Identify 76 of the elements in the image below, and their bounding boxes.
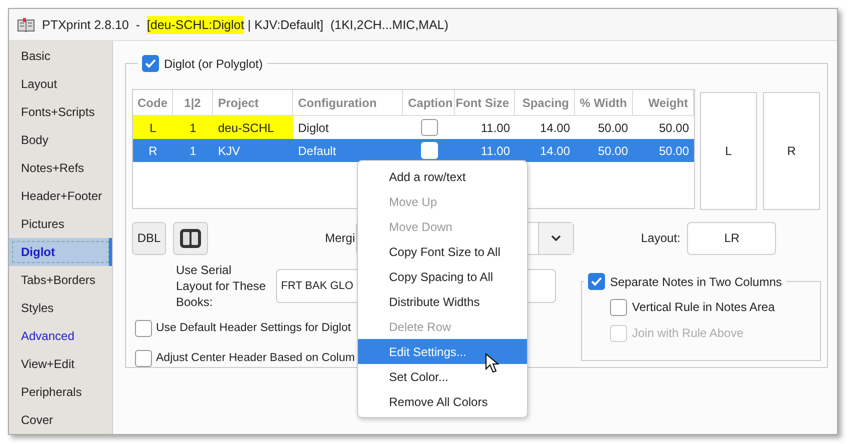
table-cell-text: 50.00 (596, 120, 629, 136)
menu-item[interactable]: Copy Spacing to All (358, 264, 527, 289)
checkbox[interactable] (135, 320, 152, 336)
sidebar-item[interactable]: Tabs+Borders (9, 266, 112, 294)
table-cell: L (133, 116, 173, 139)
table-cell-text: Default (297, 142, 338, 160)
book-icon (17, 18, 35, 32)
column-header[interactable]: Caption (403, 90, 455, 115)
sidebar-item[interactable]: Fonts+Scripts (9, 98, 112, 126)
sidebar-item[interactable]: Styles (9, 294, 112, 322)
sidebar-item[interactable]: Diglot (9, 238, 112, 266)
table-row[interactable]: L 1 deu-SCHL Diglot 11.00 14.00 50.00 50.00 (133, 116, 694, 139)
sidebar-item[interactable]: View+Edit (9, 350, 112, 378)
table-cell-text: 14.00 (538, 120, 571, 136)
checkbox[interactable] (135, 350, 152, 366)
sidebar-item[interactable]: Basic (9, 42, 112, 70)
checkbox-label: Join with Rule Above (632, 326, 744, 340)
sidebar-item[interactable]: Notes+Refs (9, 154, 112, 182)
table-cell: 1 (173, 116, 213, 139)
checkbox-label: Use Default Header Settings for Diglot (156, 322, 351, 334)
sidebar-item[interactable]: Body (9, 126, 112, 154)
column-header[interactable]: % Width (575, 90, 633, 115)
sidebar-item[interactable]: Layout (9, 70, 112, 98)
window-title: | KJV:Default] (1KI,2CH...MIC,MAL) (246, 18, 448, 32)
checkbox-label: Separate Notes in Two Columns (610, 274, 782, 288)
table-cell-text: 11.00 (480, 120, 511, 136)
table-cell-text: 14.00 (538, 142, 571, 160)
field-label: Layout: (641, 231, 680, 245)
table-cell-text: 50.00 (658, 142, 690, 160)
table-cell-text: Diglot (297, 120, 330, 136)
checkbox-label: Diglot (or Polyglot) (164, 56, 263, 70)
column-preview: R (763, 92, 820, 210)
table-cell: deu-SCHL (213, 116, 293, 139)
table-cell-text: 11.00 (480, 142, 511, 160)
menu-item[interactable]: Remove All Colors (358, 389, 527, 414)
column-header[interactable]: Font Size (455, 90, 515, 115)
column-header[interactable]: Weight (633, 90, 694, 115)
checkmark-icon (145, 59, 156, 68)
sidebar-item[interactable]: Cover (9, 406, 112, 434)
checkmark-icon (591, 277, 602, 286)
sidebar-item[interactable]: Peripherals (9, 378, 112, 406)
table-cell-text: 50.00 (658, 120, 690, 136)
checkbox-label: Vertical Rule in Notes Area (632, 300, 775, 314)
column-preview: L (700, 92, 757, 210)
menu-item[interactable]: Edit Settings... (358, 339, 527, 364)
sidebar-item[interactable]: Pictures (9, 210, 112, 238)
menu-item[interactable]: Add a row/text (358, 164, 527, 189)
layout-field[interactable]: LR (687, 222, 776, 254)
column-header[interactable]: 1|2 (173, 90, 213, 115)
checkbox[interactable] (142, 55, 159, 72)
chevron-down-icon (551, 235, 561, 241)
column-header[interactable]: Code (133, 90, 173, 115)
pointer-cursor-icon (485, 353, 499, 373)
table-cell-text: KJV (217, 142, 242, 160)
column-header[interactable]: Configuration (293, 90, 403, 115)
column-header[interactable]: Project (213, 90, 293, 115)
checkbox[interactable] (420, 119, 438, 136)
column-header[interactable]: Spacing (515, 90, 575, 115)
checkbox[interactable] (588, 273, 605, 290)
menu-item[interactable]: Set Color... (358, 364, 527, 389)
sidebar-item[interactable]: Advanced (9, 322, 112, 350)
field-label: Use Serial Layout for These Books: (176, 262, 267, 310)
menu-item[interactable]: Copy Font Size to All (358, 239, 527, 264)
checkbox-label: Adjust Center Header Based on Colum (156, 352, 355, 364)
sidebar-item[interactable]: Header+Footer (9, 182, 112, 210)
field-label: Mergi (325, 231, 356, 245)
window-title: PTXprint 2.8.10 - (42, 18, 141, 32)
table-cell-text: R (148, 142, 158, 160)
side-by-side-button[interactable] (173, 222, 208, 254)
dbl-button[interactable]: DBL (132, 222, 166, 254)
table-cell-text: 50.00 (596, 142, 629, 160)
two-column-icon (179, 228, 202, 248)
table-cell-text: 1 (188, 142, 198, 160)
menu-item[interactable]: Distribute Widths (358, 289, 527, 314)
table-row[interactable]: R 1 KJV Default 11.00 14.00 50.00 50.00 (133, 139, 694, 162)
checkbox[interactable] (610, 298, 627, 316)
